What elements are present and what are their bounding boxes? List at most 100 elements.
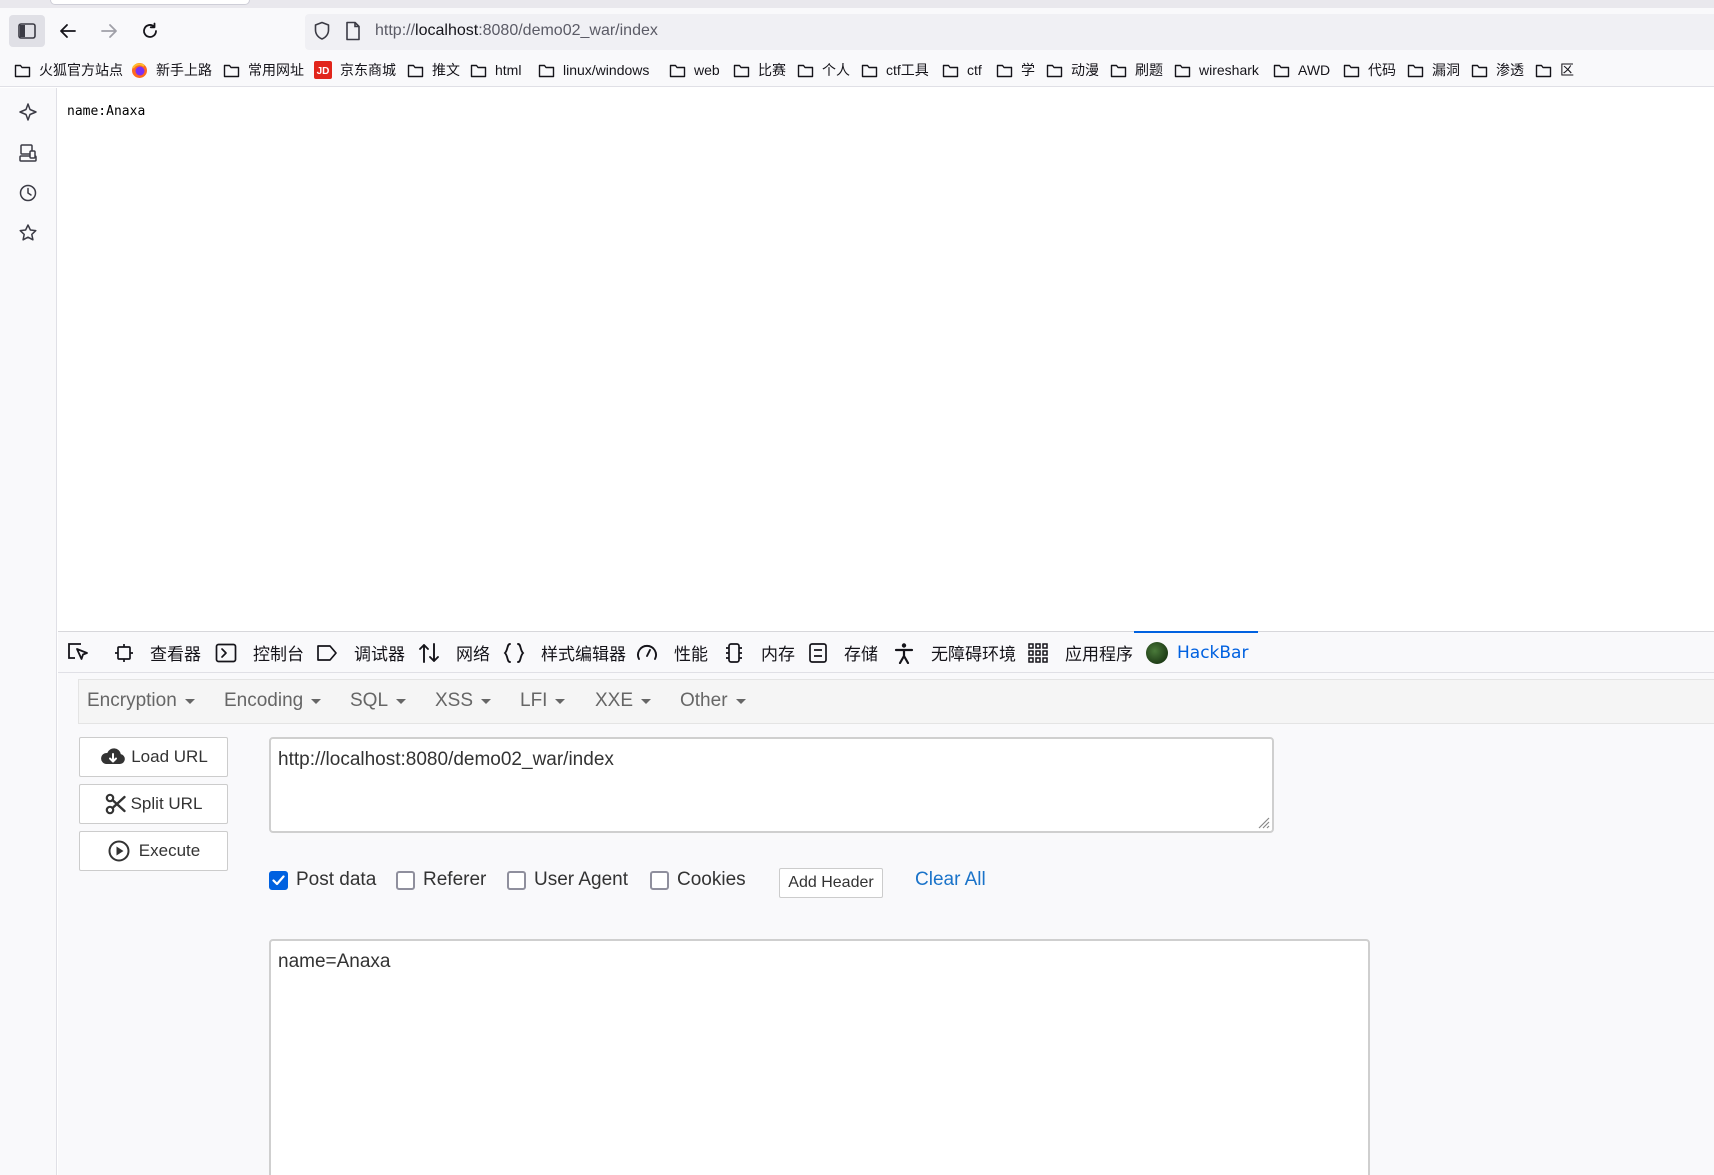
bookmark-label: AWD bbox=[1298, 62, 1331, 78]
load-url-label: Load URL bbox=[131, 747, 208, 766]
folder-icon bbox=[996, 63, 1017, 78]
menu-label: Encoding bbox=[224, 690, 304, 711]
add-header-button[interactable]: Add Header bbox=[779, 868, 883, 898]
bookmark-item[interactable]: 个人 bbox=[797, 60, 850, 80]
active-tab-edge[interactable] bbox=[50, 0, 250, 5]
bookmark-item[interactable]: 动漫 bbox=[1046, 60, 1099, 80]
bookmark-item[interactable]: 漏洞 bbox=[1407, 60, 1460, 80]
folder-icon bbox=[1046, 63, 1067, 78]
cookies-checkbox[interactable] bbox=[650, 870, 669, 890]
menu-encoding[interactable]: Encoding bbox=[224, 690, 322, 712]
menu-other[interactable]: Other bbox=[680, 690, 746, 712]
devtools-tab-debugger[interactable]: 调试器 bbox=[316, 632, 405, 673]
bookmark-item[interactable]: AWD bbox=[1273, 60, 1330, 80]
devtools-tab-label: 控制台 bbox=[253, 645, 304, 665]
devtools-tab-memory[interactable]: 内存 bbox=[723, 632, 795, 673]
bookmark-item[interactable]: 刷题 bbox=[1110, 60, 1163, 80]
clear-all-link[interactable]: Clear All bbox=[915, 869, 986, 891]
devtools-tab-label: 应用程序 bbox=[1065, 645, 1133, 665]
devtools-tab-application[interactable]: 应用程序 bbox=[1027, 632, 1133, 673]
cloud-download-icon bbox=[101, 748, 126, 764]
post-data-option[interactable]: Post data bbox=[269, 869, 376, 891]
folder-icon bbox=[407, 63, 428, 78]
address-bar[interactable]: http://localhost:8080/demo02_war/index bbox=[305, 14, 1714, 50]
bookmark-item[interactable]: 新手上路 bbox=[131, 60, 212, 80]
jd-icon: JD bbox=[314, 61, 336, 79]
execute-button[interactable]: Execute bbox=[79, 831, 228, 871]
arrow-right-icon bbox=[101, 24, 117, 38]
bookmark-item[interactable]: JD 京东商城 bbox=[314, 60, 396, 80]
folder-icon bbox=[669, 63, 690, 78]
bookmark-item[interactable]: 渗透 bbox=[1471, 60, 1524, 80]
tracking-protection-icon[interactable] bbox=[313, 21, 331, 45]
folder-icon bbox=[1471, 63, 1492, 78]
bookmark-item[interactable]: html bbox=[470, 60, 521, 80]
bookmark-item[interactable]: 代码 bbox=[1343, 60, 1396, 80]
bookmark-item[interactable]: web bbox=[669, 60, 720, 80]
caret-down-icon bbox=[311, 698, 322, 704]
console-icon bbox=[215, 643, 245, 663]
caret-down-icon bbox=[735, 698, 746, 704]
bookmark-item[interactable]: 比赛 bbox=[733, 60, 786, 80]
hackbar-logo-icon bbox=[1146, 641, 1168, 664]
devtools-tab-storage[interactable]: 存储 bbox=[808, 632, 878, 673]
user-agent-checkbox[interactable] bbox=[507, 870, 526, 890]
bookmark-item[interactable]: 推文 bbox=[407, 60, 460, 80]
history-icon[interactable] bbox=[17, 182, 39, 204]
url-textarea[interactable]: http://localhost:8080/demo02_war/index bbox=[269, 737, 1274, 833]
bookmark-item[interactable]: 学 bbox=[996, 60, 1035, 80]
bookmark-label: 动漫 bbox=[1071, 62, 1099, 78]
sidebar-icon bbox=[18, 23, 36, 39]
devtools-tab-label: HackBar bbox=[1177, 642, 1249, 663]
user-agent-option[interactable]: User Agent bbox=[507, 869, 628, 891]
menu-sql[interactable]: SQL bbox=[350, 690, 407, 712]
synced-tabs-icon[interactable] bbox=[17, 142, 39, 164]
post-data-value: name=Anaxa bbox=[278, 951, 391, 972]
menu-xxe[interactable]: XXE bbox=[595, 690, 652, 712]
referer-label: Referer bbox=[423, 869, 487, 890]
back-button[interactable] bbox=[50, 15, 86, 47]
post-data-checkbox[interactable] bbox=[269, 870, 288, 890]
ai-chatbot-icon[interactable] bbox=[17, 101, 39, 123]
devtools-tab-label: 调试器 bbox=[354, 645, 405, 665]
reload-button[interactable] bbox=[132, 15, 168, 47]
folder-icon bbox=[1535, 63, 1556, 78]
menu-encryption[interactable]: Encryption bbox=[87, 690, 195, 712]
devtools-tab-console[interactable]: 控制台 bbox=[215, 632, 304, 673]
bookmark-item[interactable]: 常用网址 bbox=[223, 60, 304, 80]
bookmark-item[interactable]: linux/windows bbox=[538, 60, 649, 80]
devtools-tab-style-editor[interactable]: 样式编辑器 bbox=[503, 632, 626, 673]
forward-button[interactable] bbox=[91, 15, 127, 47]
devtools-tab-performance[interactable]: 性能 bbox=[636, 632, 708, 673]
bookmark-item[interactable]: 区 bbox=[1535, 60, 1574, 80]
devtools-tab-network[interactable]: 网络 bbox=[418, 632, 490, 673]
devtools-tab-inspector[interactable]: 查看器 bbox=[114, 632, 201, 673]
load-url-button[interactable]: Load URL bbox=[79, 737, 228, 777]
debugger-icon bbox=[316, 644, 346, 662]
sidebar-toggle-button[interactable] bbox=[9, 15, 45, 47]
navigation-toolbar: http://localhost:8080/demo02_war/index bbox=[0, 8, 1714, 54]
bookmark-item[interactable]: ctf工具 bbox=[861, 60, 929, 80]
bookmarks-star-icon[interactable] bbox=[17, 222, 39, 244]
page-info-icon[interactable] bbox=[345, 21, 361, 45]
bookmark-item[interactable]: wireshark bbox=[1174, 60, 1259, 80]
accessibility-icon bbox=[893, 642, 923, 664]
referer-option[interactable]: Referer bbox=[396, 869, 486, 891]
menu-lfi[interactable]: LFI bbox=[520, 690, 566, 712]
folder-icon bbox=[942, 63, 963, 78]
bookmark-item[interactable]: ctf bbox=[942, 60, 982, 80]
post-data-textarea[interactable]: name=Anaxa bbox=[269, 939, 1370, 1175]
resize-grip-icon[interactable] bbox=[1256, 815, 1270, 829]
devtools-tab-accessibility[interactable]: 无障碍环境 bbox=[893, 632, 1016, 673]
element-picker-icon[interactable] bbox=[66, 641, 90, 667]
arrow-left-icon bbox=[60, 24, 76, 38]
bookmark-item[interactable]: 火狐官方站点 bbox=[14, 60, 123, 80]
menu-xss[interactable]: XSS bbox=[435, 690, 492, 712]
url-scheme: http:// bbox=[375, 22, 416, 39]
cookies-option[interactable]: Cookies bbox=[650, 869, 746, 891]
devtools-tab-hackbar[interactable]: HackBar bbox=[1133, 631, 1259, 673]
referer-checkbox[interactable] bbox=[396, 870, 415, 890]
url-text[interactable]: http://localhost:8080/demo02_war/index bbox=[375, 22, 658, 40]
devtools-toolbar: 查看器 控制台 调试器 网络 样式编辑器 性能 内存 存储 无障碍环境 应用程序 HackBar bbox=[58, 631, 1714, 673]
split-url-button[interactable]: Split URL bbox=[79, 784, 228, 824]
